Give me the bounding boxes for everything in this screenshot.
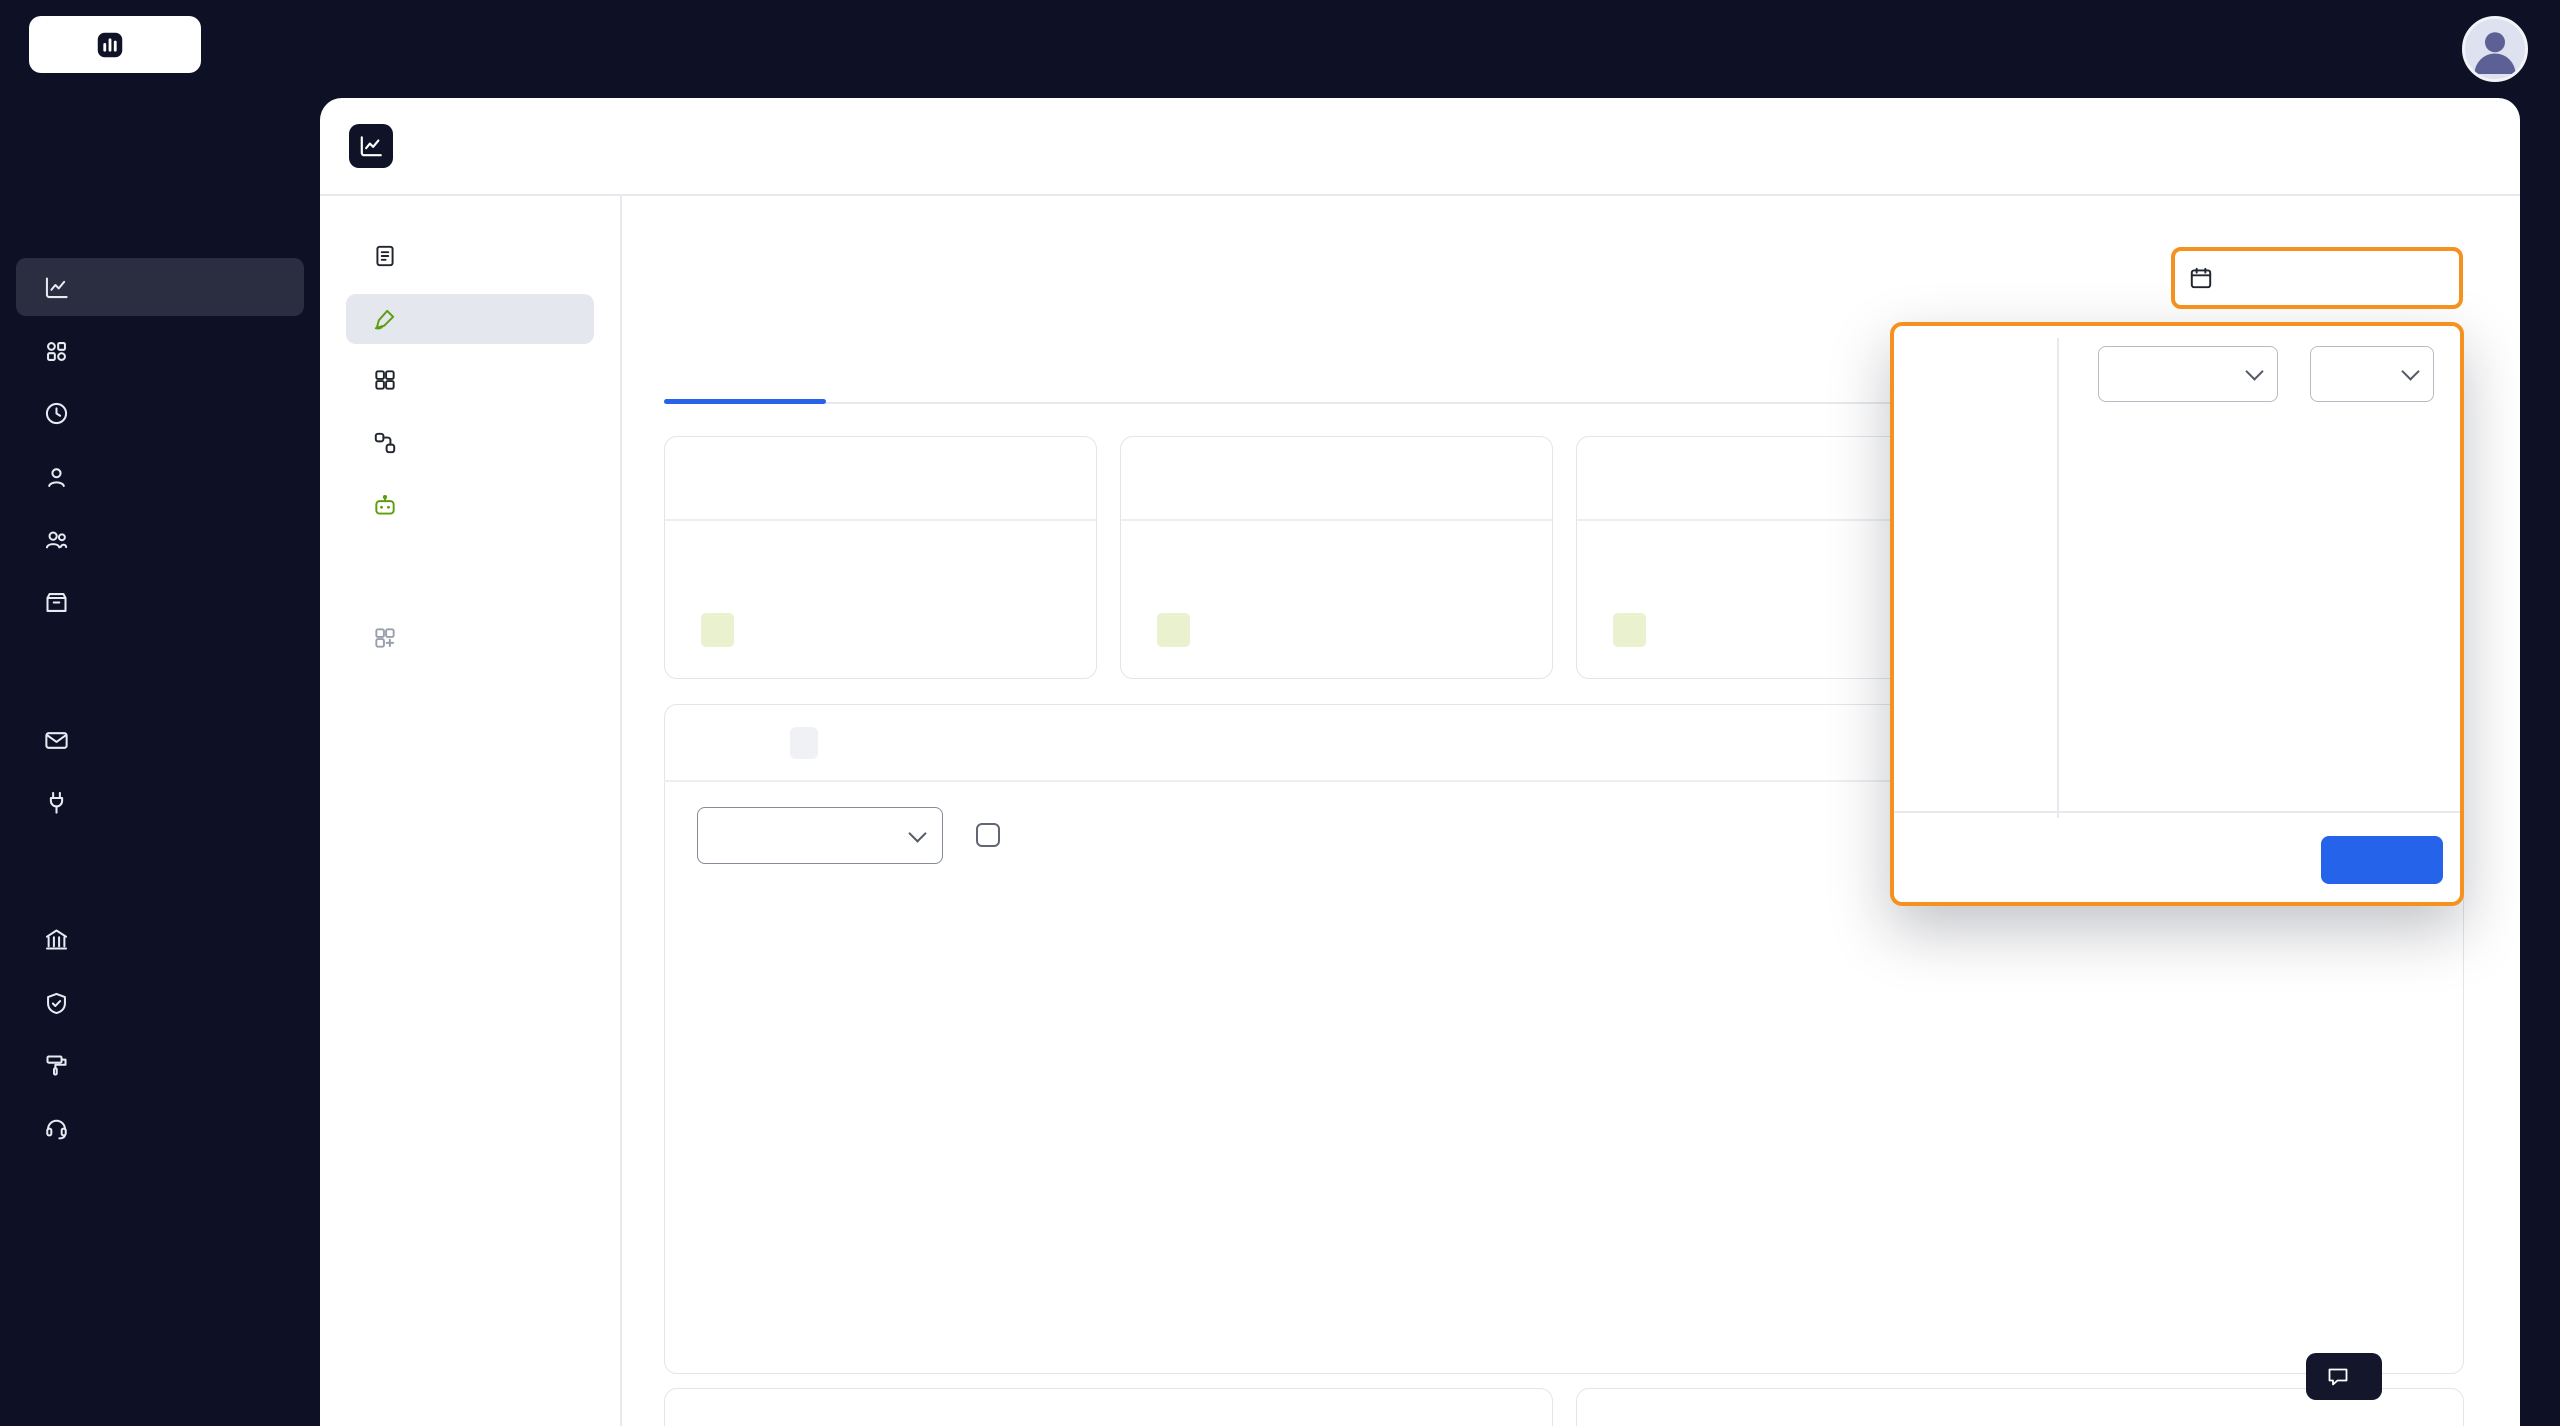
document-icon xyxy=(376,245,394,267)
trends-range-badge xyxy=(790,727,818,759)
custom-grid-icon xyxy=(375,628,395,648)
chart-line-icon xyxy=(360,136,382,157)
grid-icon xyxy=(375,370,395,390)
page xyxy=(0,0,2560,1426)
paint-roller-icon xyxy=(46,1054,67,1076)
agent-bot-icon xyxy=(375,495,395,515)
subnav-item-agents[interactable] xyxy=(346,481,594,531)
subnav-divider xyxy=(620,194,622,1426)
avatar[interactable] xyxy=(2462,16,2528,82)
user-icon xyxy=(48,467,65,487)
sidebar xyxy=(0,0,320,1426)
chat-bubble-icon xyxy=(2328,1368,2348,1385)
person-icon xyxy=(2474,32,2516,74)
sidebar-item-emails[interactable] xyxy=(16,711,304,769)
stat-card-completed xyxy=(664,436,1097,679)
apply-button[interactable] xyxy=(2321,836,2443,884)
topbar-divider xyxy=(320,194,2520,196)
stat-badge xyxy=(1613,613,1646,647)
date-picker-popup xyxy=(1890,322,2464,906)
workflow-icon xyxy=(374,432,396,454)
sidebar-item-assets[interactable] xyxy=(16,322,304,380)
subnav-item-forms[interactable] xyxy=(346,231,594,281)
clock-icon xyxy=(45,402,68,424)
cancel-button[interactable] xyxy=(2200,836,2308,884)
report-box-icon xyxy=(46,592,67,612)
popup-footer-divider xyxy=(1894,811,2460,813)
sidebar-item-account[interactable] xyxy=(16,910,304,968)
subnav-item-signs[interactable] xyxy=(346,294,594,344)
bank-icon xyxy=(45,928,68,950)
sidebar-item-data-reports[interactable] xyxy=(16,573,304,631)
users-icon xyxy=(45,531,68,548)
brand-logo-icon xyxy=(97,32,123,57)
year-select[interactable] xyxy=(2310,346,2434,402)
card-divider xyxy=(665,519,1096,521)
chevron-down-icon xyxy=(908,823,927,843)
analytics-app-icon xyxy=(349,124,393,168)
chevron-down-icon xyxy=(2245,362,2264,381)
chart-line-icon xyxy=(45,276,68,298)
subnav-item-apps[interactable] xyxy=(346,355,594,405)
calendar-icon xyxy=(2190,267,2212,289)
month-select[interactable] xyxy=(2098,346,2278,402)
subnav-item-workflows[interactable] xyxy=(346,418,594,468)
plug-icon xyxy=(49,791,64,814)
sidebar-item-integrations[interactable] xyxy=(16,773,304,831)
bottom-card-left xyxy=(664,1388,1553,1426)
sidebar-item-customization[interactable] xyxy=(16,1036,304,1094)
metrics-dropdown[interactable] xyxy=(697,807,943,864)
card-divider xyxy=(1121,519,1552,521)
subnav-item-custom[interactable] xyxy=(346,613,594,663)
give-feedback-button[interactable] xyxy=(2306,1353,2382,1400)
sidebar-item-support[interactable] xyxy=(16,1098,304,1156)
chevron-down-icon xyxy=(2401,362,2420,381)
shield-icon xyxy=(47,992,66,1014)
main-panel xyxy=(320,98,2520,1426)
sidebar-item-activity-log[interactable] xyxy=(16,384,304,442)
date-range-input[interactable] xyxy=(2171,247,2463,309)
sidebar-item-teams[interactable] xyxy=(16,510,304,568)
stat-badge xyxy=(1157,613,1190,647)
signature-pen-icon xyxy=(374,309,395,330)
active-tab-underline xyxy=(664,399,826,404)
sidebar-item-users[interactable] xyxy=(16,448,304,506)
stat-badge xyxy=(701,613,734,647)
brand-logo[interactable] xyxy=(29,16,201,73)
stat-card-incomplete xyxy=(1120,436,1553,679)
sidebar-item-security[interactable] xyxy=(16,974,304,1032)
mail-icon xyxy=(45,731,68,749)
assets-icon xyxy=(47,341,66,361)
sidebar-item-analytics[interactable] xyxy=(16,258,304,316)
show-totals-checkbox[interactable] xyxy=(976,823,1000,847)
popup-divider xyxy=(2057,338,2059,818)
headset-icon xyxy=(46,1119,67,1139)
